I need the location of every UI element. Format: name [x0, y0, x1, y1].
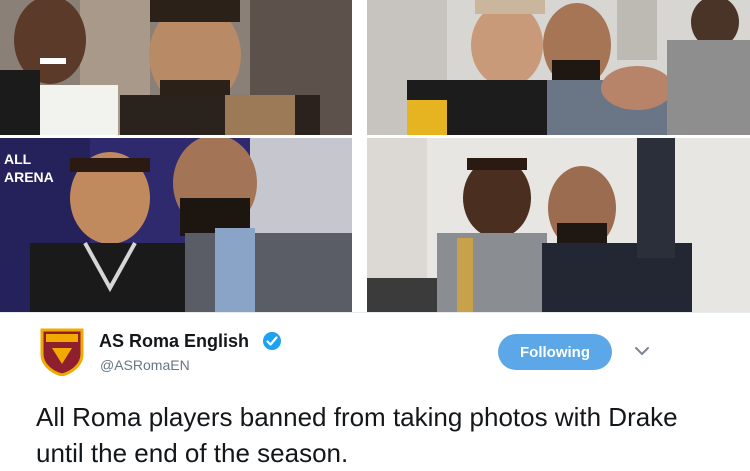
photo-bottom-left[interactable]: ALL ARENA: [0, 138, 352, 312]
photo-bottom-right-image: [367, 138, 750, 312]
photo-top-right-image: [367, 0, 750, 135]
photo-top-right[interactable]: [367, 0, 750, 135]
photo-bottom-left-image: ALL ARENA: [0, 138, 352, 312]
following-button[interactable]: Following: [498, 334, 612, 370]
chevron-down-icon[interactable]: [633, 344, 651, 358]
account-handle[interactable]: @ASRomaEN: [100, 357, 190, 373]
photo-collage: ALL ARENA: [0, 0, 750, 312]
photo-bottom-right[interactable]: [367, 138, 750, 312]
as-roma-crest-avatar[interactable]: [40, 328, 84, 377]
photo-top-left-image: [0, 0, 352, 135]
verified-badge-icon: [262, 331, 282, 351]
tweet-card: AS Roma English @ASRomaEN Following All …: [0, 312, 750, 468]
account-name[interactable]: AS Roma English: [99, 331, 249, 352]
photo-top-left[interactable]: [0, 0, 352, 135]
tweet-text: All Roma players banned from taking phot…: [36, 402, 678, 468]
wall-text-all: ALL: [4, 151, 32, 167]
wall-text-arena: ARENA: [4, 169, 54, 185]
